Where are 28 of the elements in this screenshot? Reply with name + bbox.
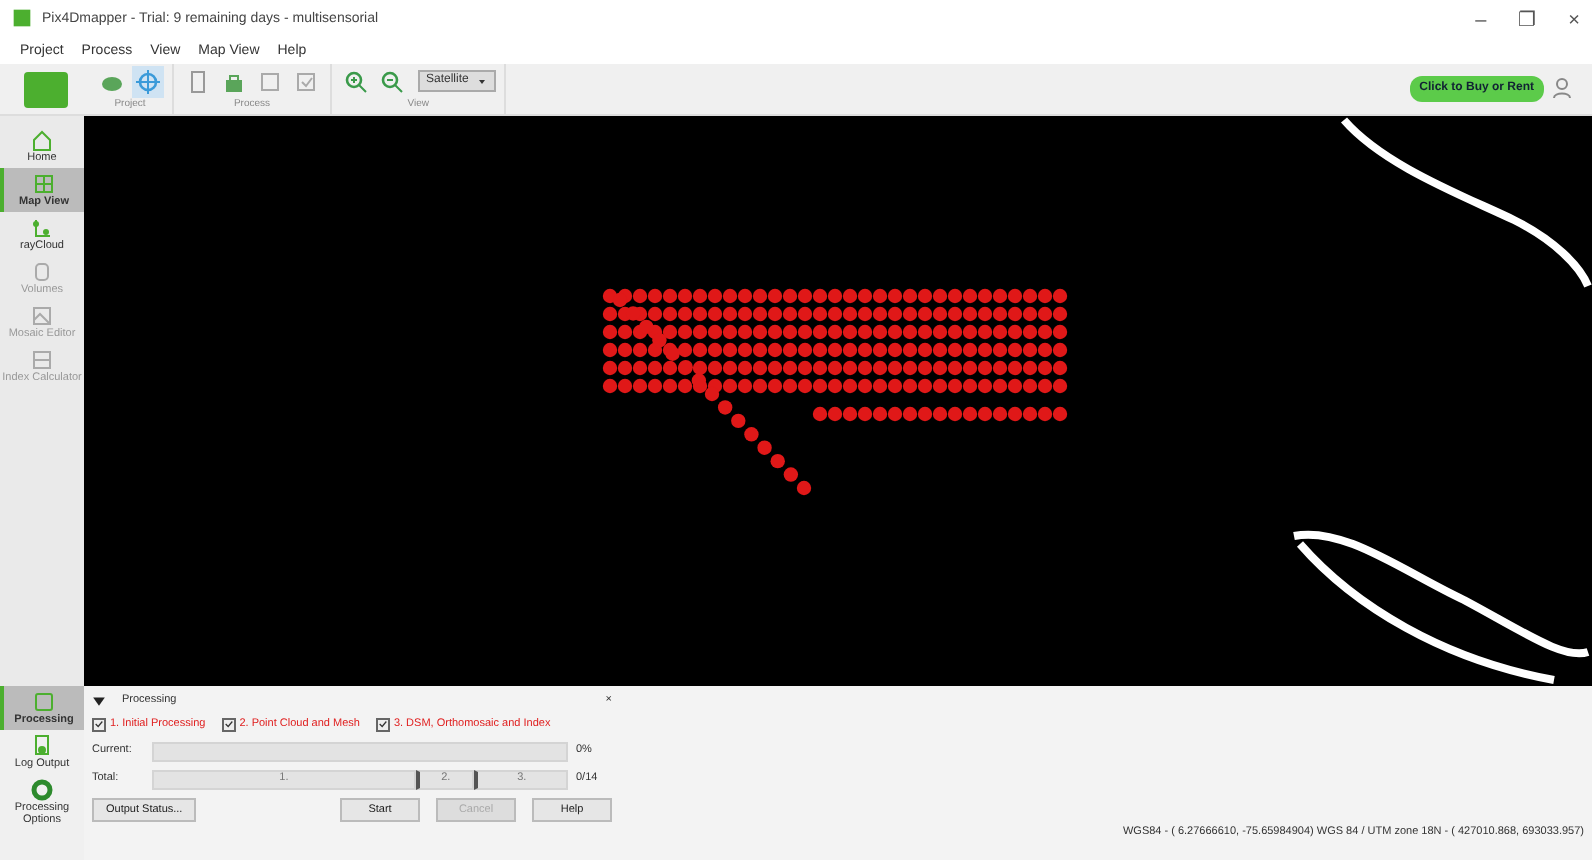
zoom-out-icon bbox=[380, 69, 404, 93]
checkbox[interactable] bbox=[375, 717, 390, 732]
processing-icon bbox=[32, 690, 56, 714]
square-icon bbox=[258, 69, 282, 93]
page-icon bbox=[186, 69, 210, 93]
home-icon bbox=[30, 128, 54, 152]
gear-icon bbox=[30, 778, 54, 803]
point-cloud-icon bbox=[30, 216, 54, 241]
user-icon bbox=[1552, 76, 1576, 101]
checkbox[interactable] bbox=[221, 717, 236, 732]
target-icon bbox=[136, 69, 160, 93]
app-logo-icon bbox=[12, 8, 32, 29]
close-button[interactable]: × bbox=[1568, 5, 1580, 35]
grid-icon bbox=[32, 172, 56, 197]
zoom-in-icon bbox=[344, 69, 368, 93]
cylinder-icon bbox=[30, 260, 54, 285]
map-canvas[interactable] bbox=[84, 116, 1592, 686]
table-icon bbox=[30, 348, 54, 373]
image-icon bbox=[30, 304, 54, 329]
checkbox[interactable] bbox=[92, 717, 106, 732]
collapse-icon[interactable] bbox=[92, 693, 106, 708]
app-logo bbox=[24, 72, 68, 108]
minimize-button[interactable]: – bbox=[1475, 5, 1487, 35]
maximize-button[interactable]: ❐ bbox=[1518, 5, 1537, 35]
bag-icon bbox=[222, 69, 246, 93]
check-icon bbox=[294, 69, 318, 93]
caret-icon bbox=[476, 75, 489, 87]
toolbar-button[interactable] bbox=[132, 65, 164, 97]
